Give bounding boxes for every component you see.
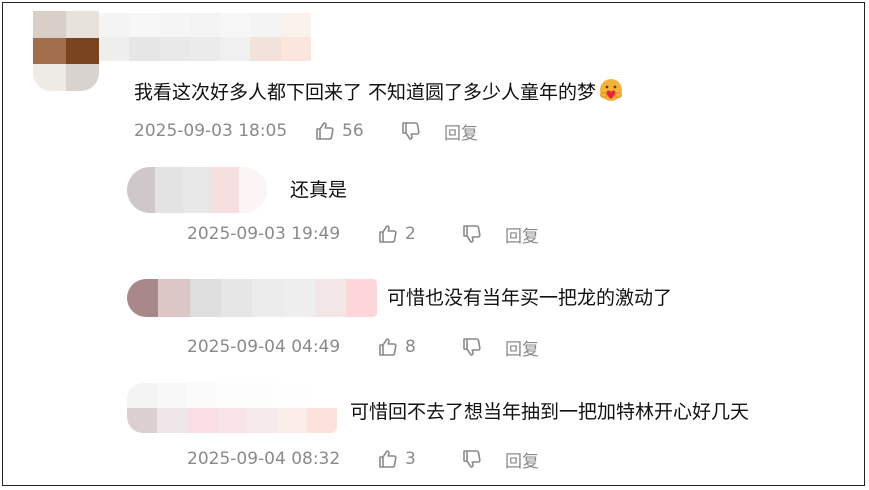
avatar-and-username-blurred[interactable] [127, 167, 267, 213]
dislike-button[interactable] [461, 223, 505, 245]
reply-button[interactable]: 回复 [505, 222, 539, 247]
comment-timestamp: 2025-09-04 08:32 [187, 449, 341, 469]
thumbs-down-icon [400, 120, 422, 142]
comment-text: 我看这次好多人都下回来了 不知道圆了多少人童年的梦 [134, 78, 624, 108]
comment-timestamp: 2025-09-03 18:05 [134, 121, 288, 141]
comment-list-panel: 我看这次好多人都下回来了 不知道圆了多少人童年的梦 2025-09-03 18:… [2, 2, 865, 486]
thumbs-up-icon [377, 336, 399, 358]
like-button[interactable]: 2 [377, 223, 461, 245]
like-button[interactable]: 56 [314, 120, 400, 142]
comment-body: 还真是 [290, 179, 348, 201]
comment-timestamp: 2025-09-04 04:49 [187, 337, 341, 357]
thumbs-down-icon [461, 336, 483, 358]
comment-text: 可惜回不去了想当年抽到一把加特林开心好几天 [350, 400, 749, 424]
reply-button[interactable]: 回复 [505, 447, 539, 472]
comment-body: 可惜回不去了想当年抽到一把加特林开心好几天 [350, 401, 750, 423]
comment-text: 可惜也没有当年买一把龙的激动了 [387, 286, 672, 310]
like-count: 3 [405, 449, 416, 469]
reply-button[interactable]: 回复 [505, 335, 539, 360]
dislike-button[interactable] [400, 120, 444, 142]
comment-meta: 2025-09-04 08:32 3 回复 [187, 447, 539, 472]
comment-timestamp: 2025-09-03 19:49 [187, 224, 341, 244]
username-blurred[interactable] [99, 13, 311, 61]
thumbs-up-icon [377, 223, 399, 245]
like-count: 8 [405, 337, 416, 357]
like-button[interactable]: 3 [377, 448, 461, 470]
avatar-and-username-blurred[interactable] [127, 279, 377, 317]
reply-button[interactable]: 回复 [444, 119, 478, 144]
like-count: 2 [405, 224, 416, 244]
comment-meta: 2025-09-03 18:05 56 回复 [134, 119, 478, 144]
like-button[interactable]: 8 [377, 336, 461, 358]
thumbs-down-icon [461, 223, 483, 245]
comment-body: 我看这次好多人都下回来了 不知道圆了多少人童年的梦 [134, 81, 597, 104]
dislike-button[interactable] [461, 448, 505, 470]
thumbs-up-icon [314, 120, 336, 142]
comment-body: 可惜也没有当年买一把龙的激动了 [387, 287, 673, 309]
thumbs-up-icon [377, 448, 399, 470]
avatar-and-username-blurred[interactable] [127, 383, 337, 433]
thumbs-down-icon [461, 448, 483, 470]
like-count: 56 [342, 121, 364, 141]
comment-meta: 2025-09-03 19:49 2 回复 [187, 222, 539, 247]
dislike-button[interactable] [461, 336, 505, 358]
avatar-blurred[interactable] [33, 11, 99, 91]
comment-meta: 2025-09-04 04:49 8 回复 [187, 335, 539, 360]
heart-hug-emoji-icon [598, 78, 624, 108]
comment-text: 还真是 [290, 178, 347, 202]
